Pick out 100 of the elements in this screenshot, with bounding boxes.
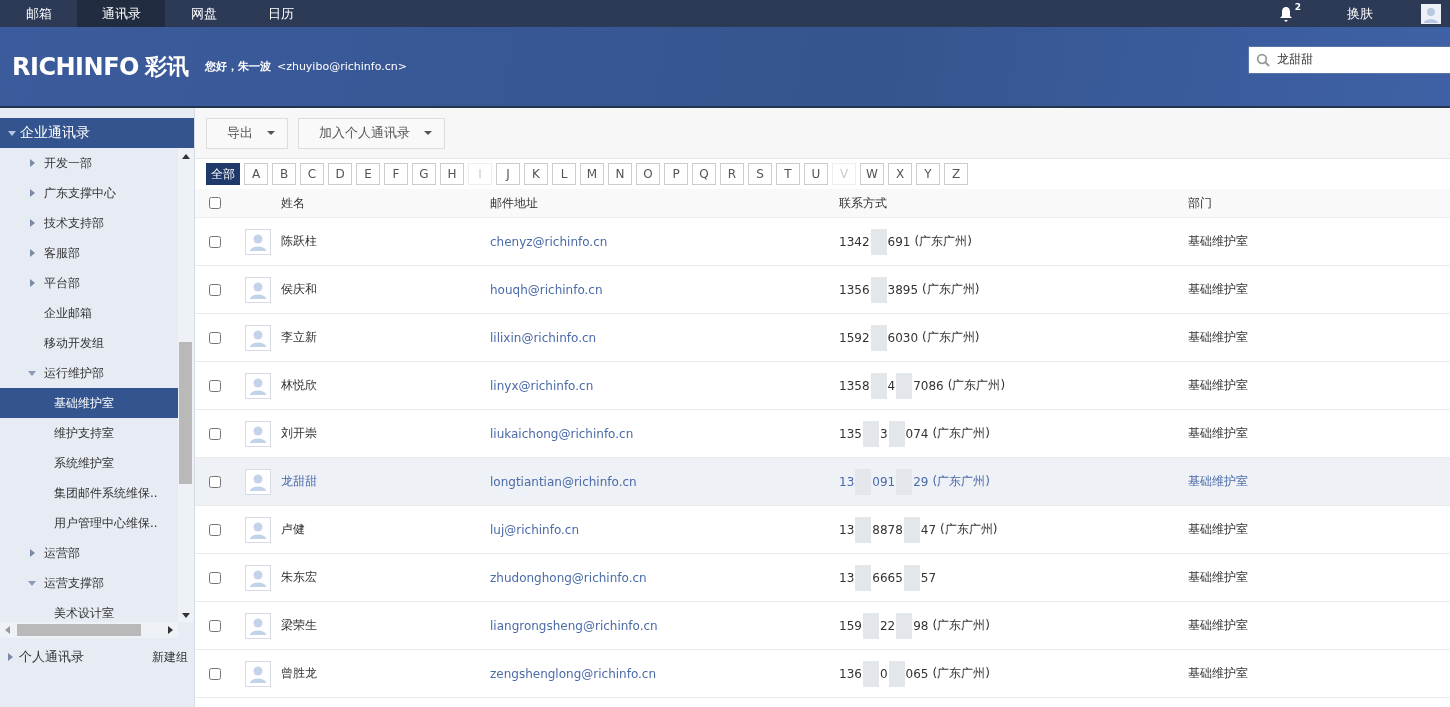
letter-filter[interactable]: F xyxy=(384,163,408,185)
letter-filter[interactable]: J xyxy=(496,163,520,185)
email-link[interactable]: liangrongsheng@richinfo.cn xyxy=(490,618,658,633)
sidebar-header[interactable]: 企业通讯录 xyxy=(0,118,194,148)
nav-tab[interactable]: 通讯录 xyxy=(77,0,165,27)
table-row[interactable]: 龙甜甜 longtiantian@richinfo.cn 13 091 29 (广东广州) 基础维护室 xyxy=(195,458,1450,506)
table-row[interactable]: 林悦欣 linyx@richinfo.cn 1358 4 7086 (广东广州) 基础维护室 xyxy=(195,362,1450,410)
tree-item[interactable]: 移动开发组 xyxy=(0,328,178,358)
letter-filter[interactable]: W xyxy=(860,163,884,185)
redaction-block xyxy=(903,516,920,543)
table-row[interactable]: 朱东宏 zhudonghong@richinfo.cn 13 6665 57 基础维护室 xyxy=(195,554,1450,602)
checkbox[interactable] xyxy=(209,197,221,209)
department: 基础维护室 xyxy=(1188,281,1249,298)
letter-filter[interactable]: N xyxy=(608,163,632,185)
scrollbar[interactable] xyxy=(0,622,178,638)
letter-filter[interactable]: Y xyxy=(916,163,940,185)
email-link[interactable]: houqh@richinfo.cn xyxy=(490,282,603,297)
table-row[interactable]: 陈跃柱 chenyz@richinfo.cn 1342 691 (广东广州) 基础维护室 xyxy=(195,218,1450,266)
avatar-icon xyxy=(245,324,271,351)
phone-number: 29 xyxy=(913,474,929,489)
letter-filter[interactable]: G xyxy=(412,163,436,185)
email-link[interactable]: longtiantian@richinfo.cn xyxy=(490,474,637,489)
tree-item[interactable]: 美术设计室 xyxy=(0,598,178,622)
checkbox[interactable] xyxy=(209,427,221,440)
tree-item[interactable]: 企业邮箱 xyxy=(0,298,178,328)
tree-item[interactable]: 平台部 xyxy=(0,268,178,298)
checkbox[interactable] xyxy=(209,235,221,248)
phone-number: 8878 xyxy=(872,522,903,537)
email-link[interactable]: chenyz@richinfo.cn xyxy=(490,234,608,249)
letter-filter[interactable]: A xyxy=(244,163,268,185)
checkbox[interactable] xyxy=(209,283,221,296)
contact-name: 刘开崇 xyxy=(281,425,318,442)
letter-filter[interactable]: U xyxy=(804,163,828,185)
checkbox[interactable] xyxy=(209,571,221,584)
letter-filter[interactable]: E xyxy=(356,163,380,185)
email-link[interactable]: lilixin@richinfo.cn xyxy=(490,330,597,345)
tree-item[interactable]: 个人通讯录 xyxy=(19,648,84,666)
tree-item[interactable]: 基础维护室 xyxy=(0,388,178,418)
department: 基础维护室 xyxy=(1188,329,1249,346)
letter-filter[interactable]: H xyxy=(440,163,464,185)
tree-item[interactable]: 技术支持部 xyxy=(0,208,178,238)
scrollbar[interactable] xyxy=(178,148,194,622)
avatar-icon[interactable] xyxy=(1421,3,1441,24)
nav-tab[interactable]: 日历 xyxy=(242,0,319,27)
letter-filter[interactable]: M xyxy=(580,163,604,185)
email-link[interactable]: luj@richinfo.cn xyxy=(490,522,580,537)
tree-item[interactable]: 运营支撑部 xyxy=(0,568,178,598)
letter-filter[interactable]: Q xyxy=(692,163,716,185)
table-row[interactable]: 曾胜龙 zengshenglong@richinfo.cn 136 0 065 (广东广州) 基础维护室 xyxy=(195,650,1450,698)
letter-filter[interactable]: R xyxy=(720,163,744,185)
phone-number: 091 xyxy=(872,474,896,489)
letter-filter[interactable]: K xyxy=(524,163,548,185)
checkbox[interactable] xyxy=(209,475,221,488)
redaction-block xyxy=(870,276,887,303)
email-link[interactable]: zhudonghong@richinfo.cn xyxy=(490,570,647,585)
letter-filter[interactable]: 全部 xyxy=(206,163,240,185)
tree-item[interactable]: 运行维护部 xyxy=(0,358,178,388)
phone-number: 6665 xyxy=(872,570,903,585)
tree-item[interactable]: 用户管理中心维保.. xyxy=(0,508,178,538)
letter-filter[interactable]: L xyxy=(552,163,576,185)
tree-item[interactable]: 客服部 xyxy=(0,238,178,268)
tree-item[interactable]: 开发一部 xyxy=(0,148,178,178)
tree-item[interactable]: 广东支撑中心 xyxy=(0,178,178,208)
letter-filter[interactable]: B xyxy=(272,163,296,185)
checkbox[interactable] xyxy=(209,379,221,392)
dropdown-button[interactable]: 加入个人通讯录 xyxy=(298,117,445,149)
new-group-link[interactable]: 新建组 xyxy=(152,648,188,666)
letter-filter[interactable]: P xyxy=(664,163,688,185)
table-row[interactable]: 卢健 luj@richinfo.cn 13 8878 47 (广东广州) 基础维护室 xyxy=(195,506,1450,554)
checkbox[interactable] xyxy=(209,619,221,632)
letter-filter[interactable]: S xyxy=(748,163,772,185)
search-field[interactable]: 龙甜甜 xyxy=(1248,45,1450,74)
table-row[interactable]: 侯庆和 houqh@richinfo.cn 1356 3895 (广东广州) 基础维护室 xyxy=(195,266,1450,314)
letter-filter[interactable]: X xyxy=(888,163,912,185)
skin-link[interactable]: 换肤 xyxy=(1347,4,1373,23)
letter-filter[interactable]: Z xyxy=(944,163,968,185)
phone-number: 1592 xyxy=(839,330,870,345)
table-row[interactable]: 李立新 lilixin@richinfo.cn 1592 6030 (广东广州) 基础维护室 xyxy=(195,314,1450,362)
email-link[interactable]: zengshenglong@richinfo.cn xyxy=(490,666,657,681)
column-header: 部门 xyxy=(1188,194,1213,212)
checkbox[interactable] xyxy=(209,523,221,536)
letter-filter[interactable]: O xyxy=(636,163,660,185)
letter-filter[interactable]: T xyxy=(776,163,800,185)
email-link[interactable]: linyx@richinfo.cn xyxy=(490,378,594,393)
letter-filter[interactable]: C xyxy=(300,163,324,185)
table-row[interactable]: 梁荣生 liangrongsheng@richinfo.cn 159 22 98 (广东广州) 基础维护室 xyxy=(195,602,1450,650)
dropdown-button[interactable]: 导出 xyxy=(206,117,288,149)
contact-name: 朱东宏 xyxy=(281,569,318,586)
nav-tab[interactable]: 网盘 xyxy=(165,0,242,27)
tree-item[interactable]: 维护支持室 xyxy=(0,418,178,448)
tree-item[interactable]: 运营部 xyxy=(0,538,178,568)
email-link[interactable]: liukaichong@richinfo.cn xyxy=(490,426,634,441)
tree-item[interactable]: 系统维护室 xyxy=(0,448,178,478)
letter-filter[interactable]: D xyxy=(328,163,352,185)
nav-tab[interactable]: 邮箱 xyxy=(0,0,77,27)
tree-item[interactable]: 集团邮件系统维保.. xyxy=(0,478,178,508)
checkbox[interactable] xyxy=(209,331,221,344)
bell-icon[interactable] xyxy=(1278,5,1293,22)
checkbox[interactable] xyxy=(209,667,221,680)
phone-number: 0 xyxy=(879,666,888,681)
